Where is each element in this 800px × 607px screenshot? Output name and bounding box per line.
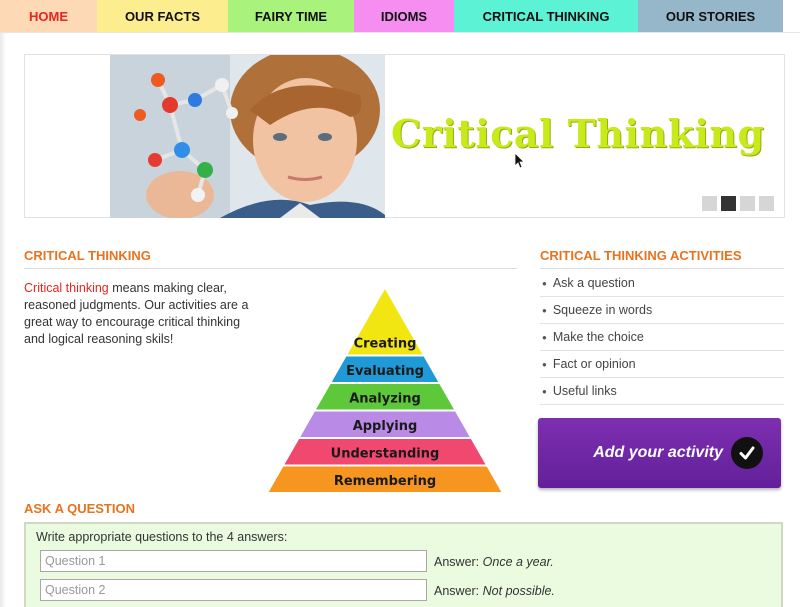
activity-label: Useful links [552, 384, 617, 398]
blooms-taxonomy-pyramid: Creating Evaluating Analyzing Applying Under… [265, 284, 505, 495]
bullet-icon: ● [542, 278, 547, 288]
hero-banner[interactable]: Critical Thinking [24, 54, 785, 218]
answer-label: Answer: [434, 584, 480, 598]
slider-dot-2[interactable] [721, 196, 736, 211]
question-1-input[interactable] [40, 550, 427, 572]
activity-squeeze-in-words[interactable]: ● Squeeze in words [540, 297, 784, 324]
slider-dot-3[interactable] [740, 196, 755, 211]
bullet-icon: ● [542, 332, 547, 342]
add-activity-label: Add your activity [593, 444, 723, 461]
answer-2: Answer: Not possible. [434, 584, 555, 598]
divider [24, 268, 517, 269]
banner-photo-boy-with-molecule-model [110, 55, 385, 218]
question-2-input[interactable] [40, 579, 427, 601]
bullet-icon: ● [542, 359, 547, 369]
divider [540, 268, 784, 269]
activity-make-the-choice[interactable]: ● Make the choice [540, 324, 784, 351]
answer-label: Answer: [434, 555, 480, 569]
ask-question-heading: ASK A QUESTION [24, 501, 135, 516]
intro-highlight: Critical thinking [24, 281, 109, 295]
activity-label: Squeeze in words [552, 303, 653, 317]
pyramid-label-creating: Creating [354, 337, 417, 352]
bullet-icon: ● [542, 305, 547, 315]
critical-thinking-heading: CRITICAL THINKING [24, 248, 151, 263]
pyramid-label-understanding: Understanding [331, 447, 440, 462]
pyramid-label-applying: Applying [353, 419, 418, 434]
pyramid-label-analyzing: Analyzing [349, 392, 421, 407]
pyramid-label-remembering: Remembering [334, 474, 436, 489]
banner-title: Critical Thinking [391, 111, 765, 156]
activity-useful-links[interactable]: ● Useful links [540, 378, 784, 405]
activity-label: Ask a question [552, 276, 635, 290]
slider-dots [702, 196, 774, 211]
nav-idioms[interactable]: IDIOMS [354, 0, 454, 32]
answer-1: Answer: Once a year. [434, 555, 554, 569]
nav-our-facts[interactable]: OUR FACTS [97, 0, 228, 32]
slider-dot-1[interactable] [702, 196, 717, 211]
answer-1-text: Once a year. [482, 555, 554, 569]
answer-2-text: Not possible. [482, 584, 555, 598]
activity-fact-or-opinion[interactable]: ● Fact or opinion [540, 351, 784, 378]
nav-fairy-time[interactable]: FAIRY TIME [228, 0, 354, 32]
intro-paragraph: Critical thinking means making clear, re… [24, 280, 264, 348]
activities-list: ● Ask a question ● Squeeze in words ● Make … [540, 270, 784, 405]
checkmark-icon [731, 437, 763, 469]
activity-label: Make the choice [552, 330, 644, 344]
ask-question-panel: Write appropriate questions to the 4 ans… [24, 522, 783, 607]
bullet-icon: ● [542, 386, 547, 396]
slider-dot-4[interactable] [759, 196, 774, 211]
pyramid-label-evaluating: Evaluating [346, 364, 424, 379]
activities-heading: CRITICAL THINKING ACTIVITIES [540, 248, 742, 263]
nav-our-stories[interactable]: OUR STORIES [638, 0, 783, 32]
top-nav: HOME OUR FACTS FAIRY TIME IDIOMS CRITICA… [0, 0, 800, 33]
page-edge [0, 33, 6, 607]
activity-label: Fact or opinion [552, 357, 636, 371]
nav-home[interactable]: HOME [0, 0, 97, 32]
add-activity-button[interactable]: Add your activity [538, 418, 781, 488]
mouse-pointer-icon [514, 152, 525, 174]
activity-ask-a-question[interactable]: ● Ask a question [540, 270, 784, 297]
nav-critical-thinking[interactable]: CRITICAL THINKING [454, 0, 638, 32]
ask-instructions: Write appropriate questions to the 4 ans… [36, 530, 288, 544]
